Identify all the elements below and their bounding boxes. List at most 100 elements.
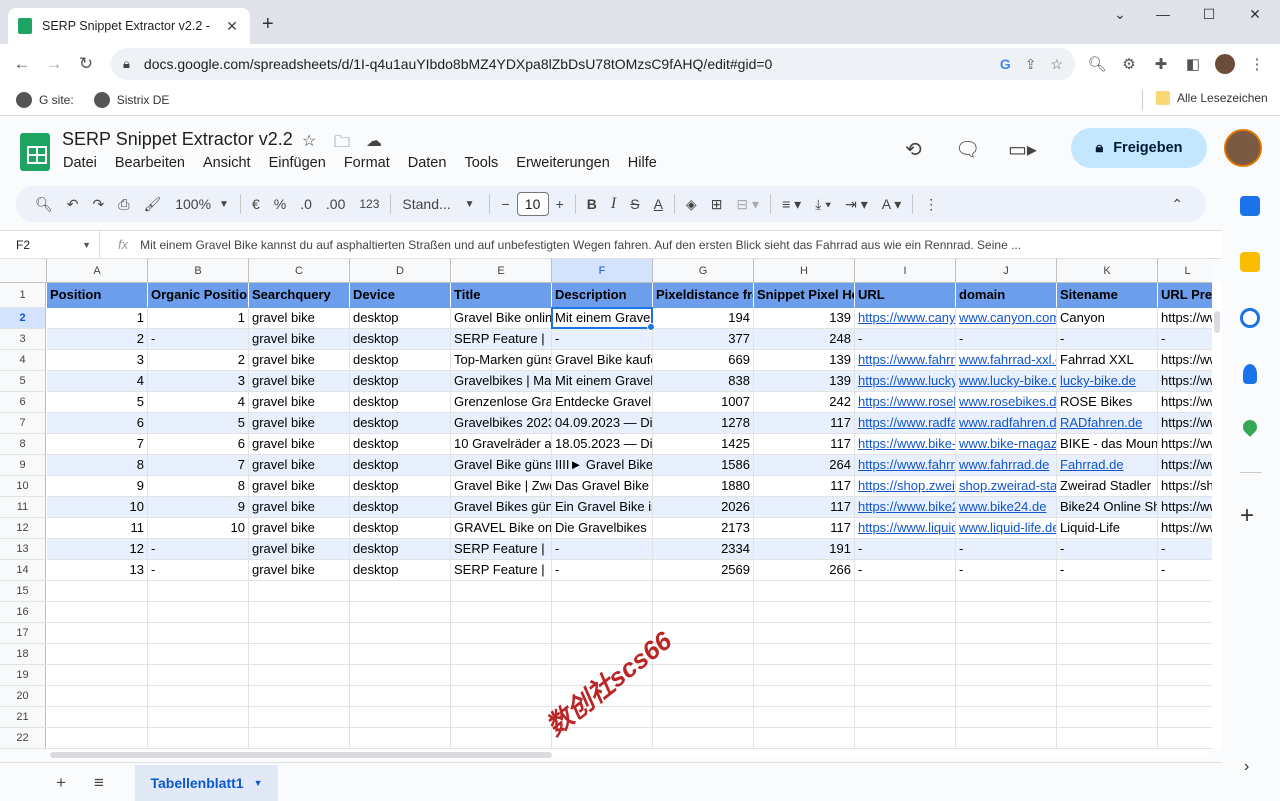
fill-color-icon[interactable]: ◈ [679, 196, 704, 213]
empty-cell[interactable] [754, 644, 855, 665]
empty-cell[interactable] [451, 602, 552, 623]
table-cell[interactable]: 3 [148, 371, 249, 392]
table-cell[interactable]: 191 [754, 539, 855, 560]
empty-cell[interactable] [855, 644, 956, 665]
empty-cell[interactable] [754, 581, 855, 602]
font-size-input[interactable]: 10 [516, 192, 549, 216]
table-cell[interactable]: 248 [754, 329, 855, 350]
empty-cell[interactable] [754, 686, 855, 707]
maps-icon[interactable] [1240, 417, 1260, 437]
menu-erweiterungen[interactable]: Erweiterungen [507, 155, 619, 171]
empty-cell[interactable] [249, 602, 350, 623]
table-cell[interactable]: 139 [754, 350, 855, 371]
empty-cell[interactable] [956, 581, 1057, 602]
table-cell[interactable]: - [1057, 539, 1158, 560]
empty-cell[interactable] [350, 665, 451, 686]
browser-tab[interactable]: SERP Snippet Extractor v2.2 - Goo ✕ [8, 8, 250, 44]
table-cell[interactable]: www.lucky-bike.de [956, 371, 1057, 392]
empty-cell[interactable] [552, 581, 653, 602]
table-cell[interactable]: desktop [350, 392, 451, 413]
back-icon[interactable]: ← [7, 49, 37, 79]
row-header[interactable]: 16 [0, 602, 46, 623]
menu-einfuegen[interactable]: Einfügen [260, 155, 335, 171]
row-header[interactable]: 15 [0, 581, 46, 602]
table-cell[interactable]: www.fahrrad.de [956, 455, 1057, 476]
table-cell[interactable]: 2 [47, 329, 148, 350]
table-cell[interactable]: 139 [754, 308, 855, 329]
column-header[interactable]: F [552, 259, 653, 283]
table-cell[interactable]: https://www.bike-magazin.de [855, 434, 956, 455]
empty-cell[interactable] [855, 581, 956, 602]
text-wrapping-icon[interactable]: ⇥ ▾ [838, 196, 875, 213]
table-cell[interactable]: desktop [350, 539, 451, 560]
header-cell[interactable]: domain [956, 283, 1057, 308]
header-cell[interactable]: Organic Position [148, 283, 249, 308]
empty-cell[interactable] [350, 707, 451, 728]
empty-cell[interactable] [249, 665, 350, 686]
table-cell[interactable]: - [1057, 329, 1158, 350]
row-header[interactable]: 20 [0, 686, 46, 707]
sheet-tab[interactable]: Tabellenblatt1 ▼ [135, 765, 278, 801]
table-cell[interactable]: https://www [1158, 434, 1212, 455]
empty-cell[interactable] [956, 686, 1057, 707]
empty-cell[interactable] [350, 623, 451, 644]
table-cell[interactable]: 117 [754, 413, 855, 434]
bold-icon[interactable]: B [580, 196, 604, 212]
table-cell[interactable]: - [148, 329, 249, 350]
search-menus-icon[interactable]: 🔍︎ [28, 196, 60, 213]
header-cell[interactable]: Pixeldistance from top [653, 283, 754, 308]
table-cell[interactable]: - [1057, 560, 1158, 581]
empty-cell[interactable] [855, 665, 956, 686]
header-cell[interactable]: Snippet Pixel Height [754, 283, 855, 308]
empty-cell[interactable] [754, 623, 855, 644]
table-cell[interactable]: 2026 [653, 497, 754, 518]
table-cell[interactable]: gravel bike [249, 392, 350, 413]
table-cell[interactable]: gravel bike [249, 350, 350, 371]
table-cell[interactable]: 264 [754, 455, 855, 476]
more-options-icon[interactable]: ⋮ [917, 196, 945, 213]
table-cell[interactable]: 2334 [653, 539, 754, 560]
vertical-scrollbar[interactable] [1212, 283, 1222, 749]
empty-cell[interactable] [754, 665, 855, 686]
table-cell[interactable]: 139 [754, 371, 855, 392]
table-cell[interactable]: 18.05.2023 — Die [552, 434, 653, 455]
share-button[interactable]: 🔒︎ Freigeben [1071, 128, 1207, 168]
table-cell[interactable]: shop.zweirad-stadler.de [956, 476, 1057, 497]
empty-cell[interactable] [350, 644, 451, 665]
table-cell[interactable]: 1880 [653, 476, 754, 497]
header-cell[interactable]: URL Preview [1158, 283, 1212, 308]
table-cell[interactable]: - [1158, 560, 1212, 581]
table-cell[interactable]: 4 [148, 392, 249, 413]
table-cell[interactable]: 2173 [653, 518, 754, 539]
table-cell[interactable]: https://www.rosebikes.de [855, 392, 956, 413]
column-header[interactable]: I [855, 259, 956, 283]
empty-cell[interactable] [754, 728, 855, 749]
tasks-icon[interactable] [1240, 308, 1260, 328]
select-all-corner[interactable] [0, 259, 47, 283]
empty-cell[interactable] [1057, 581, 1158, 602]
table-cell[interactable]: - [1158, 539, 1212, 560]
table-cell[interactable]: Entdecke Gravel [552, 392, 653, 413]
row-header[interactable]: 2 [0, 308, 46, 329]
table-cell[interactable]: IIII► Gravel Bike [552, 455, 653, 476]
empty-cell[interactable] [451, 686, 552, 707]
table-cell[interactable]: Ein Gravel Bike ist [552, 497, 653, 518]
empty-cell[interactable] [653, 581, 754, 602]
menu-ansicht[interactable]: Ansicht [194, 155, 260, 171]
minimize-icon[interactable]: — [1140, 6, 1186, 26]
row-header[interactable]: 4 [0, 350, 46, 371]
table-cell[interactable]: desktop [350, 518, 451, 539]
table-cell[interactable]: gravel bike [249, 308, 350, 329]
table-cell[interactable]: SERP Feature | [451, 329, 552, 350]
empty-cell[interactable] [47, 644, 148, 665]
table-cell[interactable]: 7 [148, 455, 249, 476]
empty-cell[interactable] [148, 728, 249, 749]
empty-cell[interactable] [249, 707, 350, 728]
all-sheets-icon[interactable]: ≡ [94, 773, 104, 793]
table-cell[interactable]: 669 [653, 350, 754, 371]
table-cell[interactable]: 1 [47, 308, 148, 329]
table-cell[interactable]: desktop [350, 308, 451, 329]
table-cell[interactable]: desktop [350, 455, 451, 476]
text-color-icon[interactable]: A [647, 196, 670, 212]
empty-cell[interactable] [653, 728, 754, 749]
